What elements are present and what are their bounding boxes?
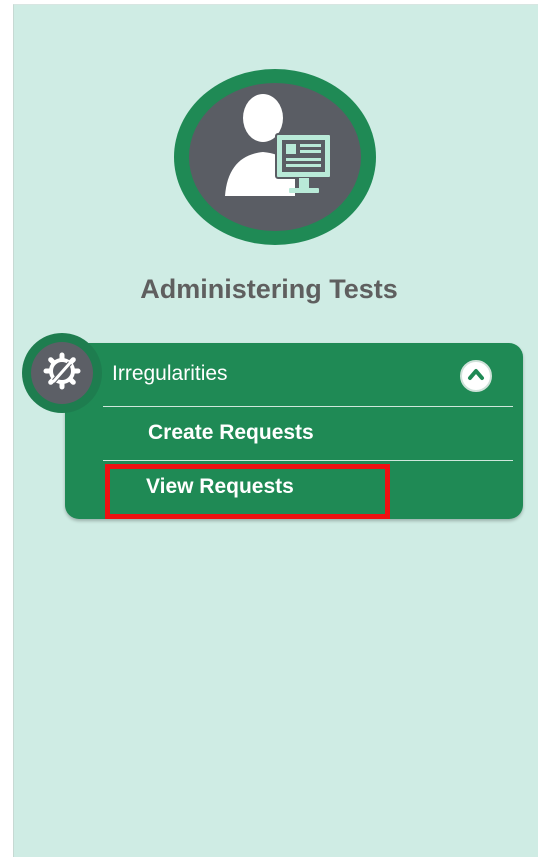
- section-title: Administering Tests: [140, 274, 398, 304]
- chevron-up-icon: [467, 367, 485, 386]
- menu-header-irregularities[interactable]: Irregularities: [112, 362, 228, 386]
- highlight-annotation: [105, 464, 390, 519]
- menu-item-create-requests[interactable]: Create Requests: [148, 421, 314, 445]
- user-monitor-icon: [173, 68, 377, 246]
- collapse-toggle-button[interactable]: [460, 360, 492, 392]
- gear-wrench-icon: [43, 352, 81, 395]
- menu-divider: [103, 406, 513, 407]
- menu-divider: [103, 460, 513, 461]
- menu-badge: [22, 333, 102, 413]
